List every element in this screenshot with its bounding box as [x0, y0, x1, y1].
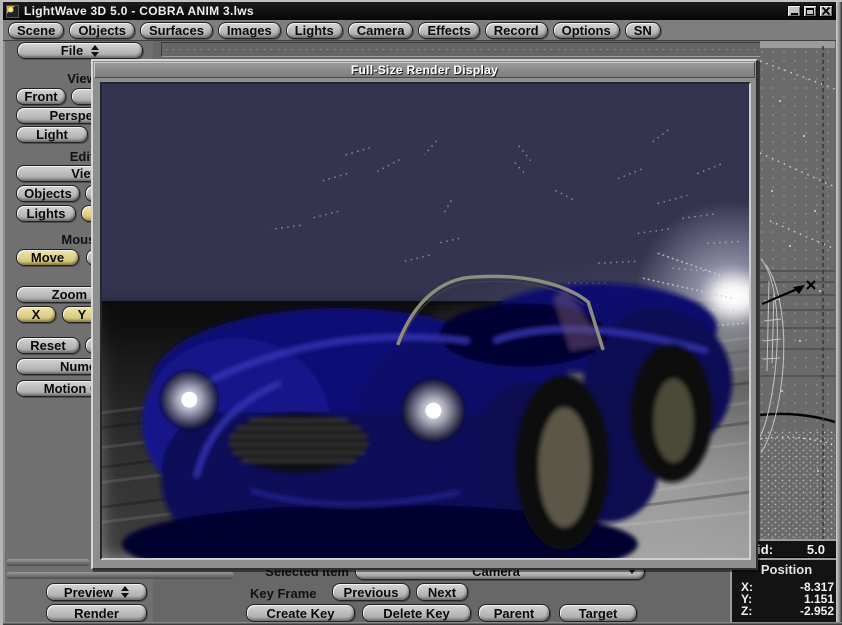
- render-display-title: Full-Size Render Display: [351, 63, 498, 77]
- menu-scene[interactable]: Scene: [8, 22, 64, 39]
- menu-images[interactable]: Images: [218, 22, 281, 39]
- render-button[interactable]: Render: [46, 604, 147, 622]
- minimize-icon: [791, 13, 798, 15]
- previous-key-button[interactable]: Previous: [332, 583, 410, 601]
- create-key-button[interactable]: Create Key: [246, 604, 355, 622]
- grid-value: 5.0: [807, 542, 825, 557]
- z-value: -2.952: [800, 605, 834, 617]
- preview-label: Preview: [64, 585, 113, 600]
- file-popup-label: File: [61, 43, 83, 58]
- next-key-button[interactable]: Next: [416, 583, 468, 601]
- mouse-move-button[interactable]: Move: [16, 249, 79, 266]
- popup-arrows-icon: [121, 586, 129, 598]
- menu-lights[interactable]: Lights: [286, 22, 343, 39]
- render-image: [102, 84, 749, 558]
- render-display-window: Full-Size Render Display: [91, 59, 758, 570]
- menu-options[interactable]: Options: [553, 22, 620, 39]
- viewport-wireframe: [760, 41, 835, 572]
- app-icon: [6, 5, 19, 18]
- maximize-button[interactable]: [803, 5, 817, 17]
- window-title: LightWave 3D 5.0 - COBRA ANIM 3.lws: [24, 4, 254, 18]
- menu-bar: Scene Objects Surfaces Images Lights Cam…: [3, 20, 836, 41]
- axis-x-button[interactable]: X: [16, 306, 56, 323]
- edit-objects-button[interactable]: Objects: [16, 185, 80, 202]
- close-icon: [822, 7, 830, 15]
- key-frame-label: Key Frame: [250, 586, 316, 601]
- minimize-button[interactable]: [787, 5, 801, 17]
- view-front-button[interactable]: Front: [16, 88, 66, 105]
- menu-surfaces[interactable]: Surfaces: [140, 22, 213, 39]
- menu-effects[interactable]: Effects: [418, 22, 479, 39]
- window-frame-right: [836, 2, 842, 625]
- panel-divider: [6, 559, 90, 566]
- popup-arrows-icon: [91, 45, 99, 57]
- timeline-divider: [6, 572, 234, 579]
- z-label: Z:: [741, 605, 752, 617]
- target-button[interactable]: Target: [559, 604, 637, 622]
- parent-button[interactable]: Parent: [478, 604, 550, 622]
- reset-button[interactable]: Reset: [16, 337, 80, 354]
- maximize-icon: [806, 8, 814, 15]
- menu-camera[interactable]: Camera: [348, 22, 414, 39]
- status-field: [161, 42, 829, 57]
- close-button[interactable]: [819, 5, 833, 17]
- app-window: LightWave 3D 5.0 - COBRA ANIM 3.lws Scen…: [0, 0, 842, 625]
- file-popup-button[interactable]: File: [17, 42, 143, 59]
- render-image-frame: [100, 82, 751, 560]
- title-bar[interactable]: LightWave 3D 5.0 - COBRA ANIM 3.lws: [3, 2, 836, 20]
- menu-sn[interactable]: SN: [625, 22, 661, 39]
- preview-popup-button[interactable]: Preview: [46, 583, 147, 601]
- menu-objects[interactable]: Objects: [69, 22, 135, 39]
- delete-key-button[interactable]: Delete Key: [362, 604, 471, 622]
- menu-record[interactable]: Record: [485, 22, 548, 39]
- view-light-button[interactable]: Light: [16, 126, 88, 143]
- render-display-titlebar[interactable]: Full-Size Render Display: [94, 62, 755, 78]
- edit-lights-button[interactable]: Lights: [16, 205, 76, 222]
